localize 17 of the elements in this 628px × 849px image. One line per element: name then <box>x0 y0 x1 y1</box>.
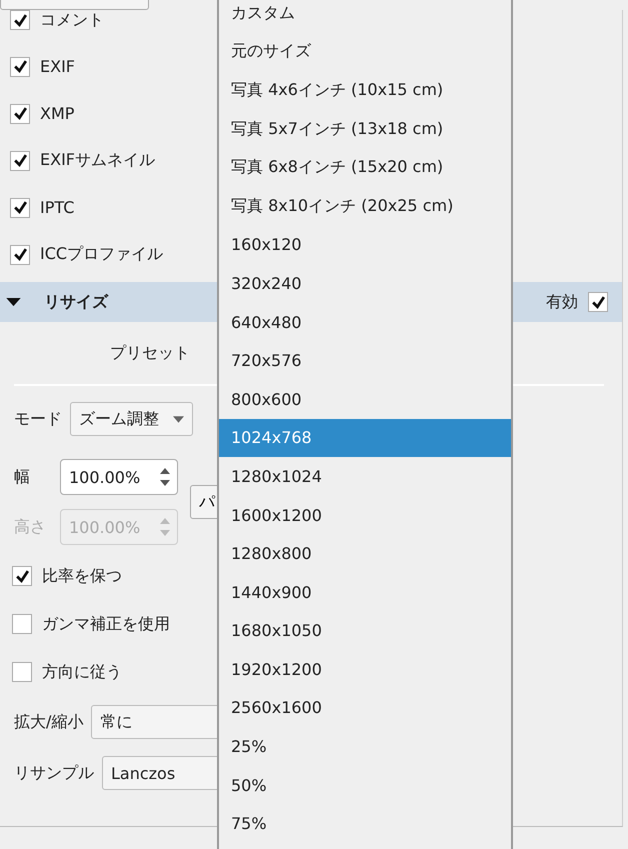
checkbox-label: ガンマ補正を使用 <box>42 614 170 634</box>
width-label: 幅 <box>14 466 31 488</box>
scale-label: 拡大/縮小 <box>14 712 84 732</box>
checkbox-label: IPTC <box>40 198 74 217</box>
checkbox-label: EXIFサムネイル <box>40 150 155 171</box>
enabled-label: 有効 <box>546 292 578 312</box>
height-label: 高さ <box>14 516 47 538</box>
checkbox-label: XMP <box>40 104 74 123</box>
checkbox-label: ICCプロファイル <box>40 244 164 265</box>
mode-label: モード <box>14 408 62 430</box>
resample-label: リサンプル <box>14 762 94 784</box>
checkbox-label: EXIF <box>40 57 75 76</box>
checkbox-label: 比率を保つ <box>42 566 122 586</box>
preset-label: プリセット <box>110 342 190 364</box>
checkbox-label: 方向に従う <box>42 662 122 682</box>
section-title: リサイズ <box>44 292 108 312</box>
checkbox-label: コメント <box>40 10 104 30</box>
